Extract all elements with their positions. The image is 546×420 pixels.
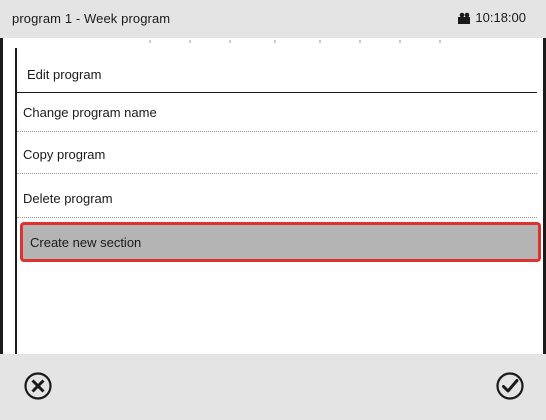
menu-item-label: Change program name [23,105,157,120]
menu-item-create-new-section[interactable]: Create new section [20,222,541,262]
cancel-button[interactable] [20,368,56,404]
status-clock: 10:18:00 [457,10,526,25]
user-icon [458,12,471,24]
menu-divider [17,131,537,132]
page-title: program 1 - Week program [12,11,171,26]
time-display: 10:18:00 [475,10,526,25]
check-circle-icon [496,372,524,400]
scale-ticks [149,40,441,43]
menu-header-label: Edit program [27,67,102,82]
confirm-button[interactable] [492,368,528,404]
menu-divider [17,173,537,174]
menu-item-label: Copy program [23,147,106,162]
menu-item-delete-program[interactable]: Delete program [17,180,537,216]
menu-item-label: Create new section [30,235,142,250]
menu-item-copy-program[interactable]: Copy program [17,136,537,172]
menu-header-edit-program[interactable]: Edit program [17,58,537,93]
menu-item-change-program-name[interactable]: Change program name [17,94,537,130]
footer-bar [0,354,546,420]
menu-panel: Edit program Change program name Copy pr… [15,48,546,354]
title-bar: program 1 - Week program 10:18:00 [0,0,546,38]
menu-divider [17,217,537,218]
close-circle-icon [24,372,52,400]
menu-item-label: Delete program [23,191,113,206]
screen: program 1 - Week program 10:18:00 Edit p… [0,0,546,420]
